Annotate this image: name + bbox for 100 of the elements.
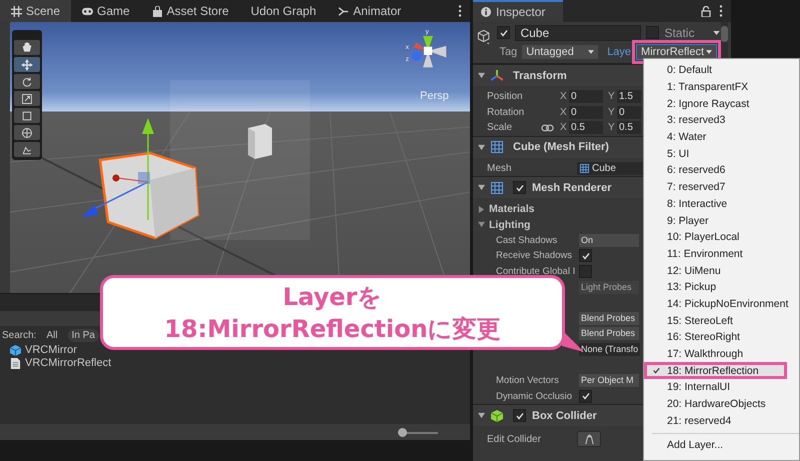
number-field[interactable]: 0.5	[569, 121, 603, 134]
tool-button[interactable]	[14, 57, 40, 72]
expand-arrow-icon[interactable]	[478, 72, 485, 79]
layer-menu-item[interactable]: 17: Walkthrough	[644, 346, 799, 362]
add-layer-item[interactable]: Add Layer...	[644, 437, 799, 454]
layer-menu-item[interactable]: 14: PickupNoEnvironment	[644, 296, 799, 312]
caret-icon	[706, 50, 712, 54]
foldout-label[interactable]: Lighting	[489, 218, 530, 231]
asset-name[interactable]: VRCMirrorReflect	[25, 357, 112, 369]
checkbox[interactable]	[579, 249, 592, 262]
layer-menu-item[interactable]: 13: Pickup	[644, 278, 799, 296]
tag-label: Tag	[499, 46, 518, 58]
layer-menu-item[interactable]: 20: HardwareObjects	[644, 396, 799, 412]
number-field[interactable]: 0	[617, 106, 641, 119]
layer-menu-item[interactable]: 9: Player	[644, 212, 799, 229]
checkbox[interactable]	[579, 265, 592, 278]
globe-icon	[20, 126, 34, 140]
tool-button[interactable]	[14, 108, 40, 123]
layer-menu-item[interactable]: 19: InternalUI	[644, 379, 799, 396]
field-label: Cast Shadows	[496, 234, 558, 246]
layer-menu-item[interactable]: 7: reserved7	[644, 178, 799, 196]
dropdown-field[interactable]: On	[579, 234, 639, 247]
bag-icon	[152, 6, 163, 16]
dropdown-field[interactable]: Blend Probes	[579, 312, 639, 325]
layer-menu-item[interactable]: 3: reserved3	[644, 112, 799, 129]
number-field[interactable]: 0.5	[617, 121, 641, 134]
field-label: Rotation	[487, 106, 526, 118]
field-label: Contribute Global I	[496, 266, 576, 278]
expand-arrow-icon[interactable]	[478, 184, 485, 192]
check-icon	[498, 28, 509, 38]
tool-button[interactable]	[14, 142, 40, 157]
dropdown-field[interactable]: Blend Probes	[579, 327, 639, 340]
more-options-icon[interactable]	[458, 5, 462, 17]
lock-icon[interactable]	[701, 6, 711, 16]
layer-menu-item[interactable]: 15: StereoLeft	[644, 312, 799, 329]
layer-menu-item[interactable]: 5: UI	[644, 145, 799, 162]
slider-thumb[interactable]	[398, 428, 407, 436]
foldout-label[interactable]: Materials	[489, 203, 535, 216]
component-checkbox[interactable]	[513, 181, 526, 194]
axis-label: Y	[608, 106, 615, 118]
layer-menu-item[interactable]: 18: MirrorReflection	[644, 362, 787, 380]
tag-dropdown[interactable]: Untagged	[522, 44, 598, 58]
expand-arrow-icon[interactable]	[478, 206, 485, 213]
caret-icon[interactable]	[713, 30, 720, 34]
component-title[interactable]: Mesh Renderer	[532, 182, 612, 194]
polygon-icon	[584, 434, 594, 445]
layer-menu-item[interactable]: 0: Default	[644, 62, 799, 79]
object-field[interactable]: None (Transfo	[579, 343, 640, 356]
layer-menu-item[interactable]: 2: Ignore Raycast	[644, 95, 799, 112]
expand-arrow-icon[interactable]	[478, 412, 485, 420]
search-filter[interactable]: In Pa	[68, 328, 99, 342]
move-arrows-icon	[20, 58, 34, 72]
component-title[interactable]: Cube (Mesh Filter)	[513, 141, 609, 154]
layer-menu-item[interactable]: 16: StereoRight	[644, 329, 799, 346]
scrollbar-thumb[interactable]	[721, 26, 728, 42]
search-filter[interactable]: All	[42, 328, 62, 342]
number-field[interactable]: 1.5	[617, 90, 641, 104]
layer-menu-item[interactable]: 8: Interactive	[644, 196, 799, 212]
layer-menu-item[interactable]: 10: PlayerLocal	[644, 228, 799, 246]
asset-name[interactable]: VRCMirror	[25, 344, 77, 356]
layer-label: Laye	[607, 46, 632, 58]
callout-text: Layerを	[282, 282, 382, 312]
check-icon	[580, 250, 590, 261]
scene-tab[interactable]: Game	[71, 0, 141, 22]
name-field[interactable]: Cube	[515, 24, 642, 40]
tool-button[interactable]	[14, 74, 40, 89]
layer-dropdown[interactable]: MirrorReflect	[636, 44, 717, 60]
component-title[interactable]: Transform	[513, 70, 567, 82]
edit-collider-button[interactable]	[577, 431, 601, 448]
field-label: Edit Collider	[487, 434, 542, 445]
layer-menu-item[interactable]: 11: Environment	[644, 246, 799, 262]
expand-arrow-icon[interactable]	[478, 144, 485, 151]
scene-tab[interactable]: Asset Store	[140, 0, 240, 22]
dropdown-field[interactable]: Per Object M	[579, 374, 639, 388]
axis-label: X	[560, 91, 567, 102]
tool-button[interactable]	[14, 125, 40, 140]
axes-icon	[491, 70, 503, 82]
layer-menu-item[interactable]: 21: reserved4	[644, 412, 799, 430]
static-label: Static	[664, 26, 694, 40]
expand-arrow-icon[interactable]	[478, 221, 485, 228]
link-icon[interactable]	[541, 124, 554, 132]
more-options-icon[interactable]	[719, 5, 723, 17]
scene-tab[interactable]: Udon Graph	[240, 0, 328, 22]
field-label: Scale	[487, 122, 514, 134]
number-field[interactable]: 0	[569, 90, 603, 104]
scene-tab[interactable]: Animator	[327, 0, 412, 22]
checkbox[interactable]	[579, 390, 592, 403]
active-checkbox[interactable]	[497, 26, 510, 39]
grid-icon	[491, 141, 503, 154]
static-checkbox[interactable]	[646, 26, 660, 39]
scene-tab[interactable]: Scene	[0, 0, 72, 22]
layer-menu-item[interactable]: 1: TransparentFX	[644, 78, 799, 96]
inspector-tab[interactable]: Inspector	[473, 0, 564, 22]
number-field[interactable]: 0	[569, 106, 603, 119]
layer-menu-item[interactable]: 12: UiMenu	[644, 262, 799, 279]
tool-button[interactable]	[14, 40, 40, 55]
layer-menu-item[interactable]: 4: Water	[644, 128, 799, 146]
component-checkbox[interactable]	[513, 409, 526, 422]
component-title[interactable]: Box Collider	[532, 410, 597, 422]
tool-button[interactable]	[14, 91, 40, 106]
